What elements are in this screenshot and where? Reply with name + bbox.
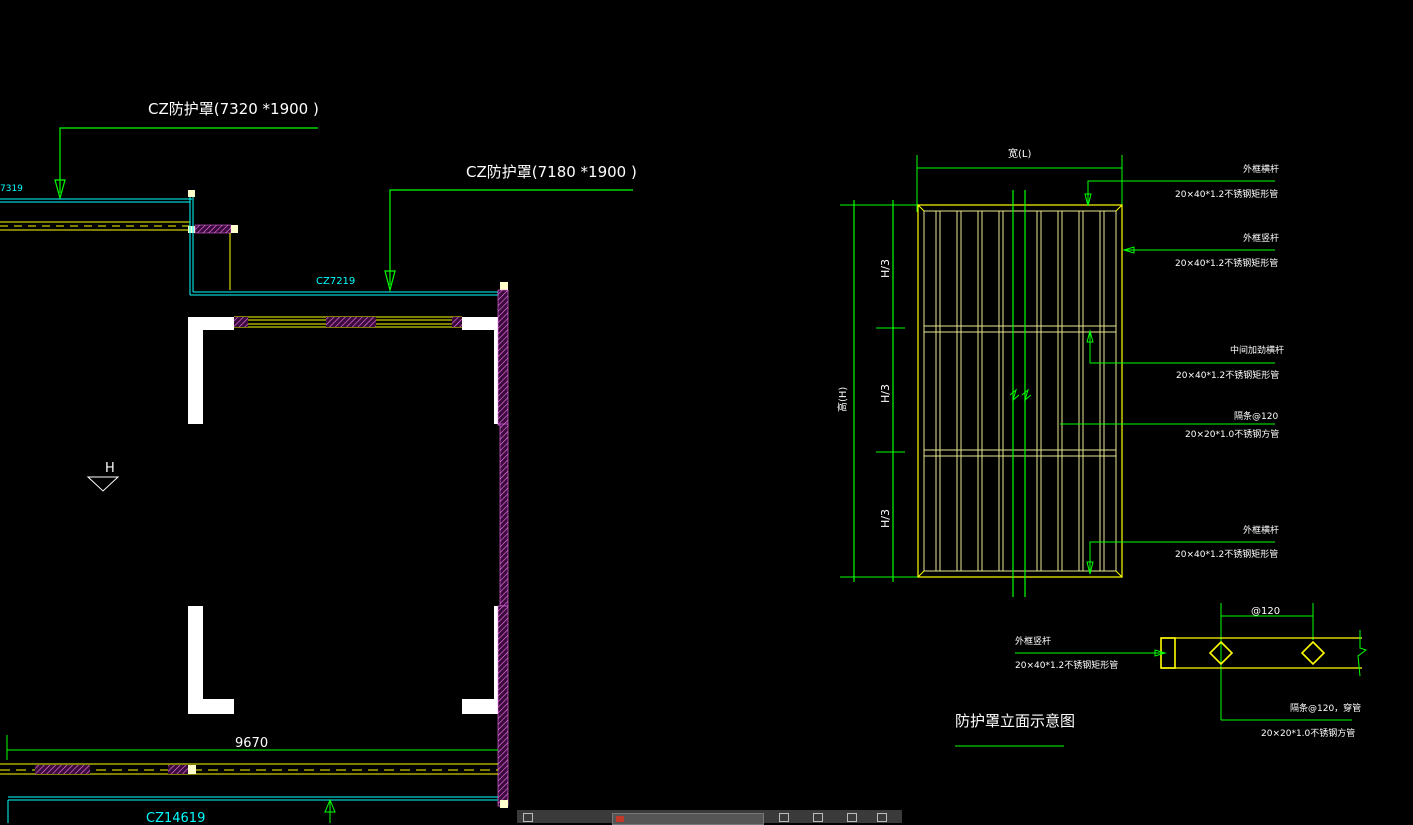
section-right-spec: 20×20*1.0不锈钢方管 <box>1261 727 1355 739</box>
dimension-bottom: 9670 <box>235 736 268 751</box>
third-label-1: H/3 <box>879 259 892 278</box>
document-icon <box>616 816 624 822</box>
leader-label-top: CZ防护罩(7320 *1900 ) <box>148 100 319 118</box>
window-label-mid: CZ7219 <box>316 276 355 287</box>
arrow-icon[interactable] <box>813 813 823 822</box>
elevation-drawing: 宽(L) 高(H) H/3 H/3 H/3 外框横杆 20×40*1.2不锈钢矩… <box>836 147 1284 597</box>
callout-1-spec: 20×40*1.2不锈钢矩形管 <box>1175 188 1278 200</box>
taskbar-item[interactable] <box>612 813 764 825</box>
tube-2-icon <box>1300 640 1326 666</box>
third-label-3: H/3 <box>879 509 892 528</box>
callout-2-spec: 20×40*1.2不锈钢矩形管 <box>1175 257 1278 269</box>
window-label-left: 7319 <box>0 184 23 194</box>
section-right-name: 隔条@120，穿管 <box>1290 702 1361 714</box>
callout-2-name: 外框竖杆 <box>1243 232 1279 244</box>
level-mark-icon <box>86 476 120 492</box>
width-label: 宽(L) <box>1008 147 1031 160</box>
callout-3-name: 中间加劲横杆 <box>1230 344 1284 356</box>
height-label: 高(H) <box>836 387 849 412</box>
leader-line-mid <box>389 189 633 285</box>
frame-outer <box>917 204 1123 578</box>
window-icon[interactable] <box>877 813 887 822</box>
callout-3-spec: 20×40*1.2不锈钢矩形管 <box>1176 369 1279 381</box>
walls <box>188 317 500 714</box>
cad-canvas[interactable]: CZ防护罩(7320 *1900 ) CZ防护罩(7180 *1900 ) 73… <box>0 0 1413 823</box>
third-label-2: H/3 <box>879 384 892 403</box>
callout-4-spec: 20×20*1.0不锈钢方管 <box>1185 428 1279 440</box>
section-left-name: 外框竖杆 <box>1015 635 1051 647</box>
level-mark-label: H <box>105 461 115 476</box>
copy-icon[interactable] <box>847 813 857 822</box>
callout-5-name: 外框横杆 <box>1243 524 1279 536</box>
section-spacing: @120 <box>1251 606 1280 617</box>
pen-icon[interactable] <box>779 813 789 822</box>
section-left-spec: 20×40*1.2不锈钢矩形管 <box>1015 659 1118 671</box>
leader-label-mid: CZ防护罩(7180 *1900 ) <box>466 163 637 181</box>
callout-5-spec: 20×40*1.2不锈钢矩形管 <box>1175 548 1278 560</box>
window-label-bottom: CZ14619 <box>146 811 205 823</box>
app-icon[interactable] <box>523 813 533 822</box>
drawing-title: 防护罩立面示意图 <box>955 712 1075 730</box>
callout-1-name: 外框横杆 <box>1243 163 1279 175</box>
taskbar-strip <box>517 810 902 825</box>
floor-plan: CZ防护罩(7320 *1900 ) CZ防护罩(7180 *1900 ) 73… <box>0 100 637 823</box>
leader-line-top <box>59 127 318 193</box>
callout-4-name: 隔条@120 <box>1234 410 1278 422</box>
